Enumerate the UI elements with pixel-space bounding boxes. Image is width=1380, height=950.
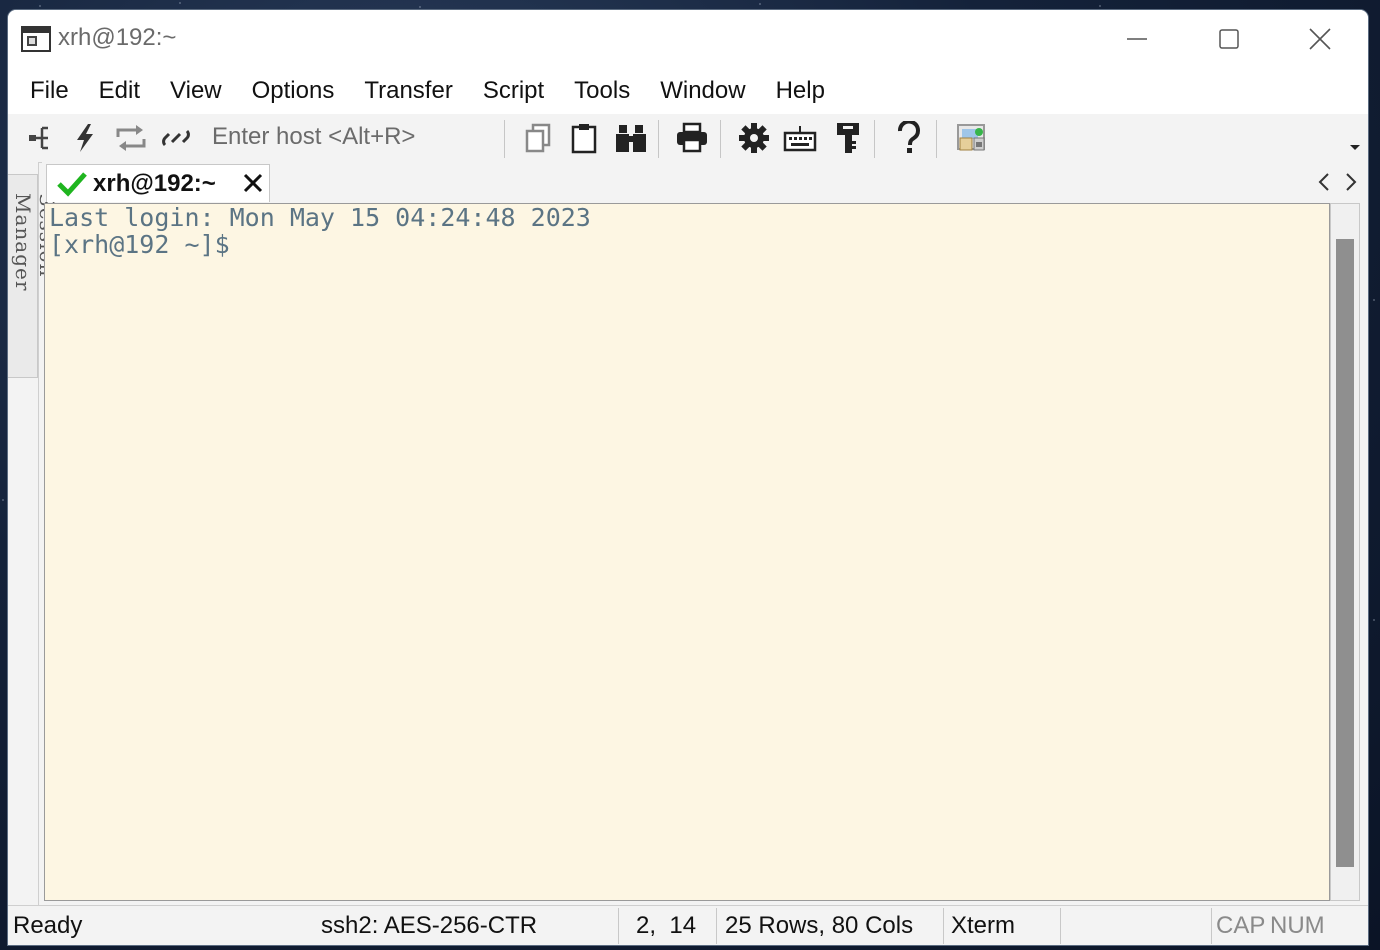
menu-transfer[interactable]: Transfer bbox=[349, 69, 467, 113]
sftp-icon bbox=[957, 124, 985, 151]
connect-in-tab-button[interactable] bbox=[22, 120, 58, 156]
menu-view[interactable]: View bbox=[155, 69, 237, 113]
terminal-scrollbar[interactable] bbox=[1330, 203, 1360, 901]
disconnect-icon bbox=[162, 129, 190, 147]
maximize-button[interactable] bbox=[1183, 10, 1275, 68]
status-terminal-size: 25 Rows, 80 Cols bbox=[725, 912, 914, 939]
print-icon bbox=[677, 122, 707, 153]
session-manager-tab[interactable]: Session Manager bbox=[8, 174, 59, 378]
connect-in-tab-icon bbox=[29, 126, 48, 150]
status-divider bbox=[943, 908, 944, 944]
chevron-left-icon bbox=[1318, 173, 1329, 191]
copy-button[interactable] bbox=[520, 120, 556, 156]
scrollbar-thumb[interactable] bbox=[1336, 239, 1354, 867]
status-cursor-position: 2, 14 bbox=[636, 912, 697, 939]
tab-scroll-right-button[interactable] bbox=[1344, 172, 1358, 197]
status-caps-lock: CAP bbox=[1216, 912, 1266, 939]
connected-check-icon bbox=[57, 171, 87, 202]
session-manager-strip: Session Manager bbox=[8, 162, 59, 905]
securecrt-window: xrh@192:~ File Edit View Options Transfe… bbox=[8, 10, 1368, 945]
sftp-button[interactable] bbox=[954, 120, 990, 156]
paste-icon bbox=[571, 124, 597, 154]
help-button[interactable] bbox=[891, 120, 927, 156]
key-icon bbox=[837, 123, 859, 153]
reconnect-button[interactable] bbox=[113, 120, 149, 156]
menu-window[interactable]: Window bbox=[645, 69, 760, 113]
quick-connect-button[interactable] bbox=[67, 120, 103, 156]
toolbar-separator bbox=[658, 120, 659, 158]
terminal-prompt: [xrh@192 ~]$ bbox=[49, 230, 245, 259]
status-divider bbox=[716, 908, 717, 944]
toolbar: Enter host <Alt+R> bbox=[8, 114, 1368, 163]
status-divider bbox=[1060, 908, 1061, 944]
status-ready: Ready bbox=[13, 912, 83, 939]
minimize-icon bbox=[1127, 38, 1147, 40]
menu-options[interactable]: Options bbox=[237, 69, 350, 113]
help-icon bbox=[898, 121, 920, 153]
print-button[interactable] bbox=[674, 120, 710, 156]
toolbar-overflow-button[interactable] bbox=[1348, 140, 1362, 154]
close-window-button[interactable] bbox=[1274, 10, 1366, 68]
app-icon bbox=[21, 24, 51, 54]
session-options-button[interactable] bbox=[736, 120, 772, 156]
menu-tools[interactable]: Tools bbox=[559, 69, 645, 113]
menu-help[interactable]: Help bbox=[761, 69, 840, 113]
toolbar-separator bbox=[936, 120, 937, 158]
close-icon bbox=[243, 173, 263, 193]
quick-connect-icon bbox=[77, 124, 93, 152]
status-divider bbox=[618, 908, 619, 944]
tab-close-button[interactable] bbox=[243, 172, 263, 199]
window-title: xrh@192:~ bbox=[58, 24, 177, 51]
tab-title: xrh@192:~ bbox=[93, 170, 216, 197]
menu-bar: File Edit View Options Transfer Script T… bbox=[8, 68, 1368, 115]
toolbar-separator bbox=[874, 120, 875, 158]
toolbar-separator bbox=[504, 120, 505, 158]
find-icon bbox=[616, 125, 646, 152]
reconnect-icon bbox=[116, 125, 146, 151]
find-button[interactable] bbox=[613, 120, 649, 156]
chevron-down-icon bbox=[1350, 145, 1360, 150]
key-manager-button[interactable] bbox=[830, 120, 866, 156]
status-cipher: ssh2: AES-256-CTR bbox=[321, 912, 538, 939]
status-divider bbox=[1211, 908, 1212, 944]
tab-scroll-left-button[interactable] bbox=[1317, 172, 1331, 197]
keyboard-icon bbox=[783, 126, 817, 152]
menu-file[interactable]: File bbox=[8, 69, 84, 113]
keymap-editor-button[interactable] bbox=[782, 120, 818, 156]
minimize-button[interactable] bbox=[1091, 10, 1183, 68]
close-icon bbox=[1309, 28, 1331, 50]
session-tab[interactable]: xrh@192:~ bbox=[46, 164, 270, 202]
terminal-line: Last login: Mon May 15 04:24:48 2023 bbox=[49, 203, 591, 232]
status-bar: Ready ssh2: AES-256-CTR 2, 14 25 Rows, 8… bbox=[8, 905, 1368, 945]
terminal-screen[interactable]: Last login: Mon May 15 04:24:48 2023 [xr… bbox=[44, 203, 1330, 901]
toolbar-separator bbox=[720, 120, 721, 158]
enter-host-field[interactable]: Enter host <Alt+R> bbox=[212, 123, 415, 151]
chevron-right-icon bbox=[1346, 173, 1357, 191]
gear-icon bbox=[739, 123, 769, 153]
status-terminal-type: Xterm bbox=[951, 912, 1016, 939]
maximize-icon bbox=[1219, 29, 1239, 49]
status-num-lock: NUM bbox=[1270, 912, 1325, 939]
paste-button[interactable] bbox=[566, 120, 602, 156]
title-bar[interactable]: xrh@192:~ bbox=[8, 10, 1368, 68]
tab-bar: xrh@192:~ bbox=[42, 162, 1368, 202]
copy-icon bbox=[525, 123, 551, 153]
menu-script[interactable]: Script bbox=[468, 69, 559, 113]
menu-edit[interactable]: Edit bbox=[84, 69, 155, 113]
disconnect-button[interactable] bbox=[158, 120, 194, 156]
